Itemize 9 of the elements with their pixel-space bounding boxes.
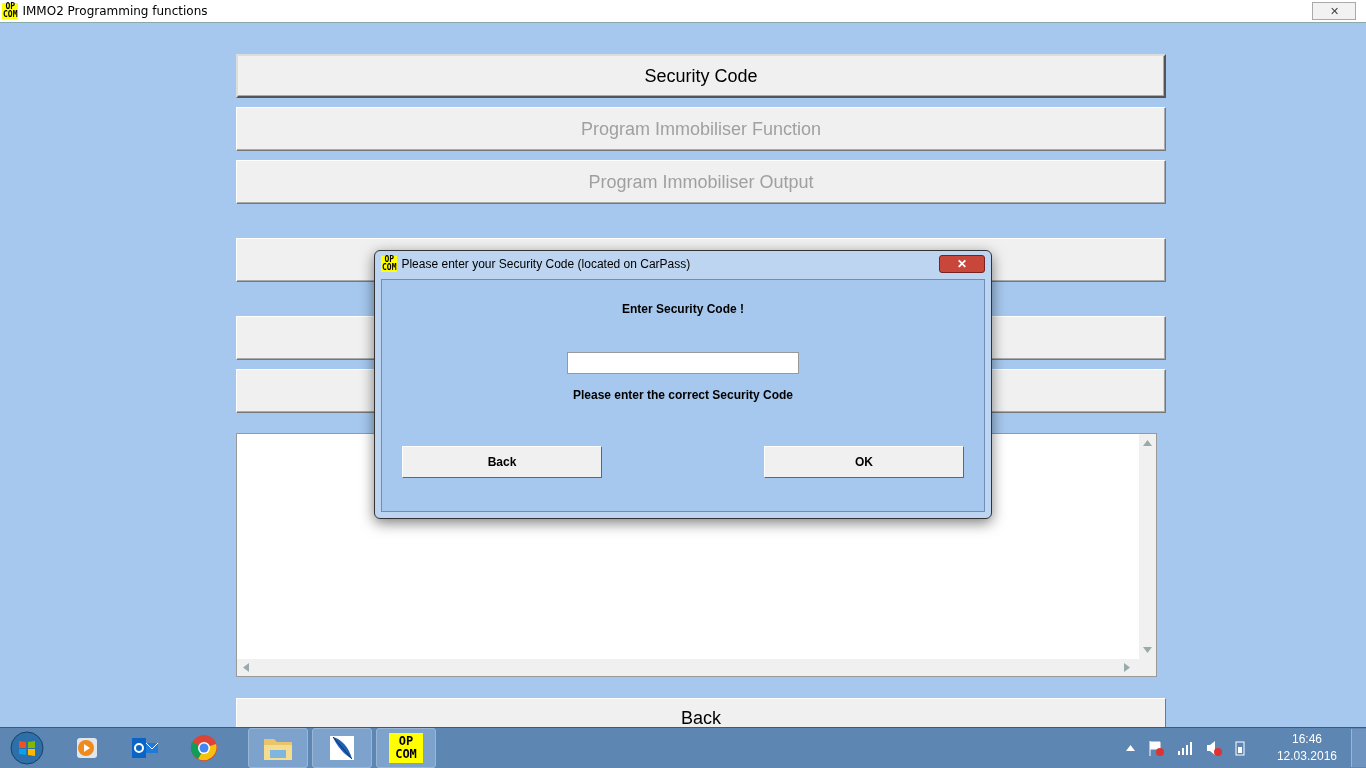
dialog-heading: Enter Security Code ! — [622, 302, 744, 316]
app-logo-icon: OP COM — [381, 256, 398, 272]
clock-time: 16:46 — [1291, 731, 1322, 748]
window-title: IMMO2 Programming functions — [22, 4, 208, 18]
app-logo-icon: OP COM — [2, 3, 19, 19]
dialog-title: Please enter your Security Code (located on CarPass) — [401, 257, 691, 271]
clock-date: 12.03.2016 — [1276, 748, 1337, 765]
dialog-hint: Please enter the correct Security Code — [572, 388, 794, 402]
app-logo-icon: OP COM — [389, 733, 423, 763]
